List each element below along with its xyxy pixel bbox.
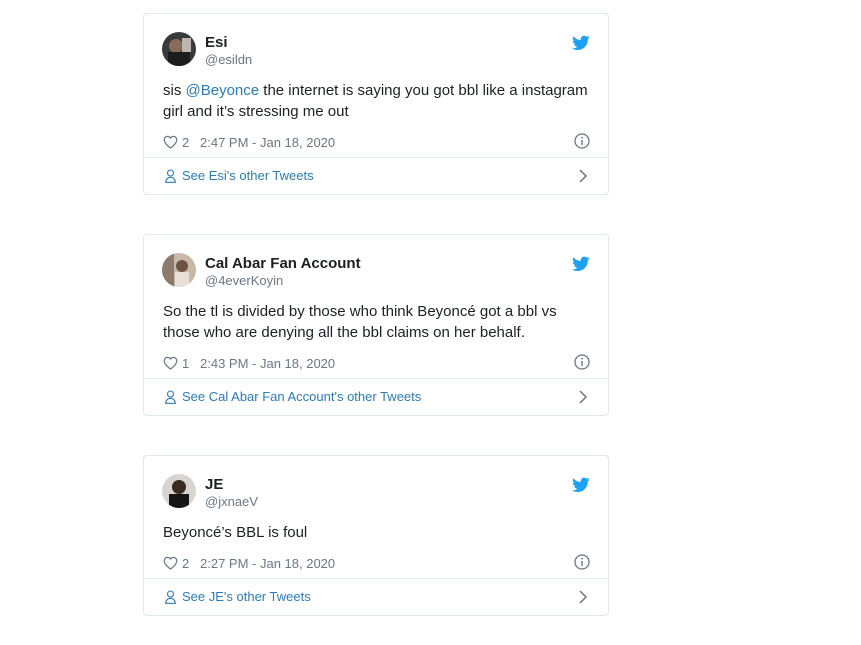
tweet-header: Esi @esildn bbox=[144, 14, 608, 70]
chevron-right-icon[interactable] bbox=[578, 169, 588, 183]
heart-icon[interactable] bbox=[163, 356, 178, 370]
avatar-image bbox=[162, 253, 196, 287]
see-other-tweets-link[interactable]: See Esi's other Tweets bbox=[144, 157, 608, 194]
tweet-text: So the tl is divided by those who think … bbox=[163, 303, 557, 341]
tweet-card[interactable]: JE @jxnaeV Beyoncé’s BBL is foul 2 2:27 … bbox=[143, 455, 609, 616]
avatar[interactable] bbox=[162, 253, 196, 287]
tweet-header: JE @jxnaeV bbox=[144, 456, 608, 512]
author-name[interactable]: Cal Abar Fan Account bbox=[205, 255, 361, 272]
avatar-image bbox=[162, 474, 196, 508]
tweet-timestamp[interactable]: 2:43 PM - Jan 18, 2020 bbox=[200, 356, 335, 371]
chevron-right-icon[interactable] bbox=[578, 390, 588, 404]
tweet-meta: 2 2:47 PM - Jan 18, 2020 bbox=[144, 130, 608, 154]
author-name[interactable]: JE bbox=[205, 476, 223, 493]
author-handle[interactable]: @jxnaeV bbox=[205, 494, 258, 509]
see-other-tweets-label[interactable]: See JE's other Tweets bbox=[182, 589, 311, 604]
heart-icon[interactable] bbox=[163, 556, 178, 570]
twitter-bird-icon[interactable] bbox=[572, 35, 590, 51]
tweet-card[interactable]: Cal Abar Fan Account @4everKoyin So the … bbox=[143, 234, 609, 416]
avatar-image bbox=[162, 32, 196, 66]
info-icon[interactable] bbox=[574, 554, 590, 570]
like-count[interactable]: 2 bbox=[182, 135, 189, 150]
tweet-card[interactable]: Esi @esildn sis @Beyonce the internet is… bbox=[143, 13, 609, 195]
see-other-tweets-label[interactable]: See Cal Abar Fan Account's other Tweets bbox=[182, 389, 421, 404]
heart-icon[interactable] bbox=[163, 135, 178, 149]
avatar[interactable] bbox=[162, 32, 196, 66]
see-other-tweets-link[interactable]: See JE's other Tweets bbox=[144, 578, 608, 615]
author-handle[interactable]: @esildn bbox=[205, 52, 252, 67]
author-handle[interactable]: @4everKoyin bbox=[205, 273, 283, 288]
tweet-timestamp[interactable]: 2:47 PM - Jan 18, 2020 bbox=[200, 135, 335, 150]
tweet-text: sis @Beyonce the internet is saying you … bbox=[144, 70, 608, 122]
see-other-tweets-label[interactable]: See Esi's other Tweets bbox=[182, 168, 314, 183]
twitter-bird-icon[interactable] bbox=[572, 477, 590, 493]
twitter-bird-icon[interactable] bbox=[572, 256, 590, 272]
chevron-right-icon[interactable] bbox=[578, 590, 588, 604]
tweet-meta: 2 2:27 PM - Jan 18, 2020 bbox=[144, 551, 608, 575]
tweet-meta: 1 2:43 PM - Jan 18, 2020 bbox=[144, 351, 608, 375]
like-count[interactable]: 2 bbox=[182, 556, 189, 571]
like-count[interactable]: 1 bbox=[182, 356, 189, 371]
avatar[interactable] bbox=[162, 474, 196, 508]
person-icon bbox=[165, 590, 176, 604]
mention-link[interactable]: @Beyonce bbox=[186, 82, 260, 99]
see-other-tweets-link[interactable]: See Cal Abar Fan Account's other Tweets bbox=[144, 378, 608, 415]
tweet-text-start: sis bbox=[163, 82, 186, 99]
info-icon[interactable] bbox=[574, 133, 590, 149]
tweet-text: Beyoncé’s BBL is foul bbox=[163, 524, 308, 541]
person-icon bbox=[165, 169, 176, 183]
person-icon bbox=[165, 390, 176, 404]
author-name[interactable]: Esi bbox=[205, 34, 228, 51]
info-icon[interactable] bbox=[574, 354, 590, 370]
tweet-header: Cal Abar Fan Account @4everKoyin bbox=[144, 235, 608, 291]
tweet-timestamp[interactable]: 2:27 PM - Jan 18, 2020 bbox=[200, 556, 335, 571]
